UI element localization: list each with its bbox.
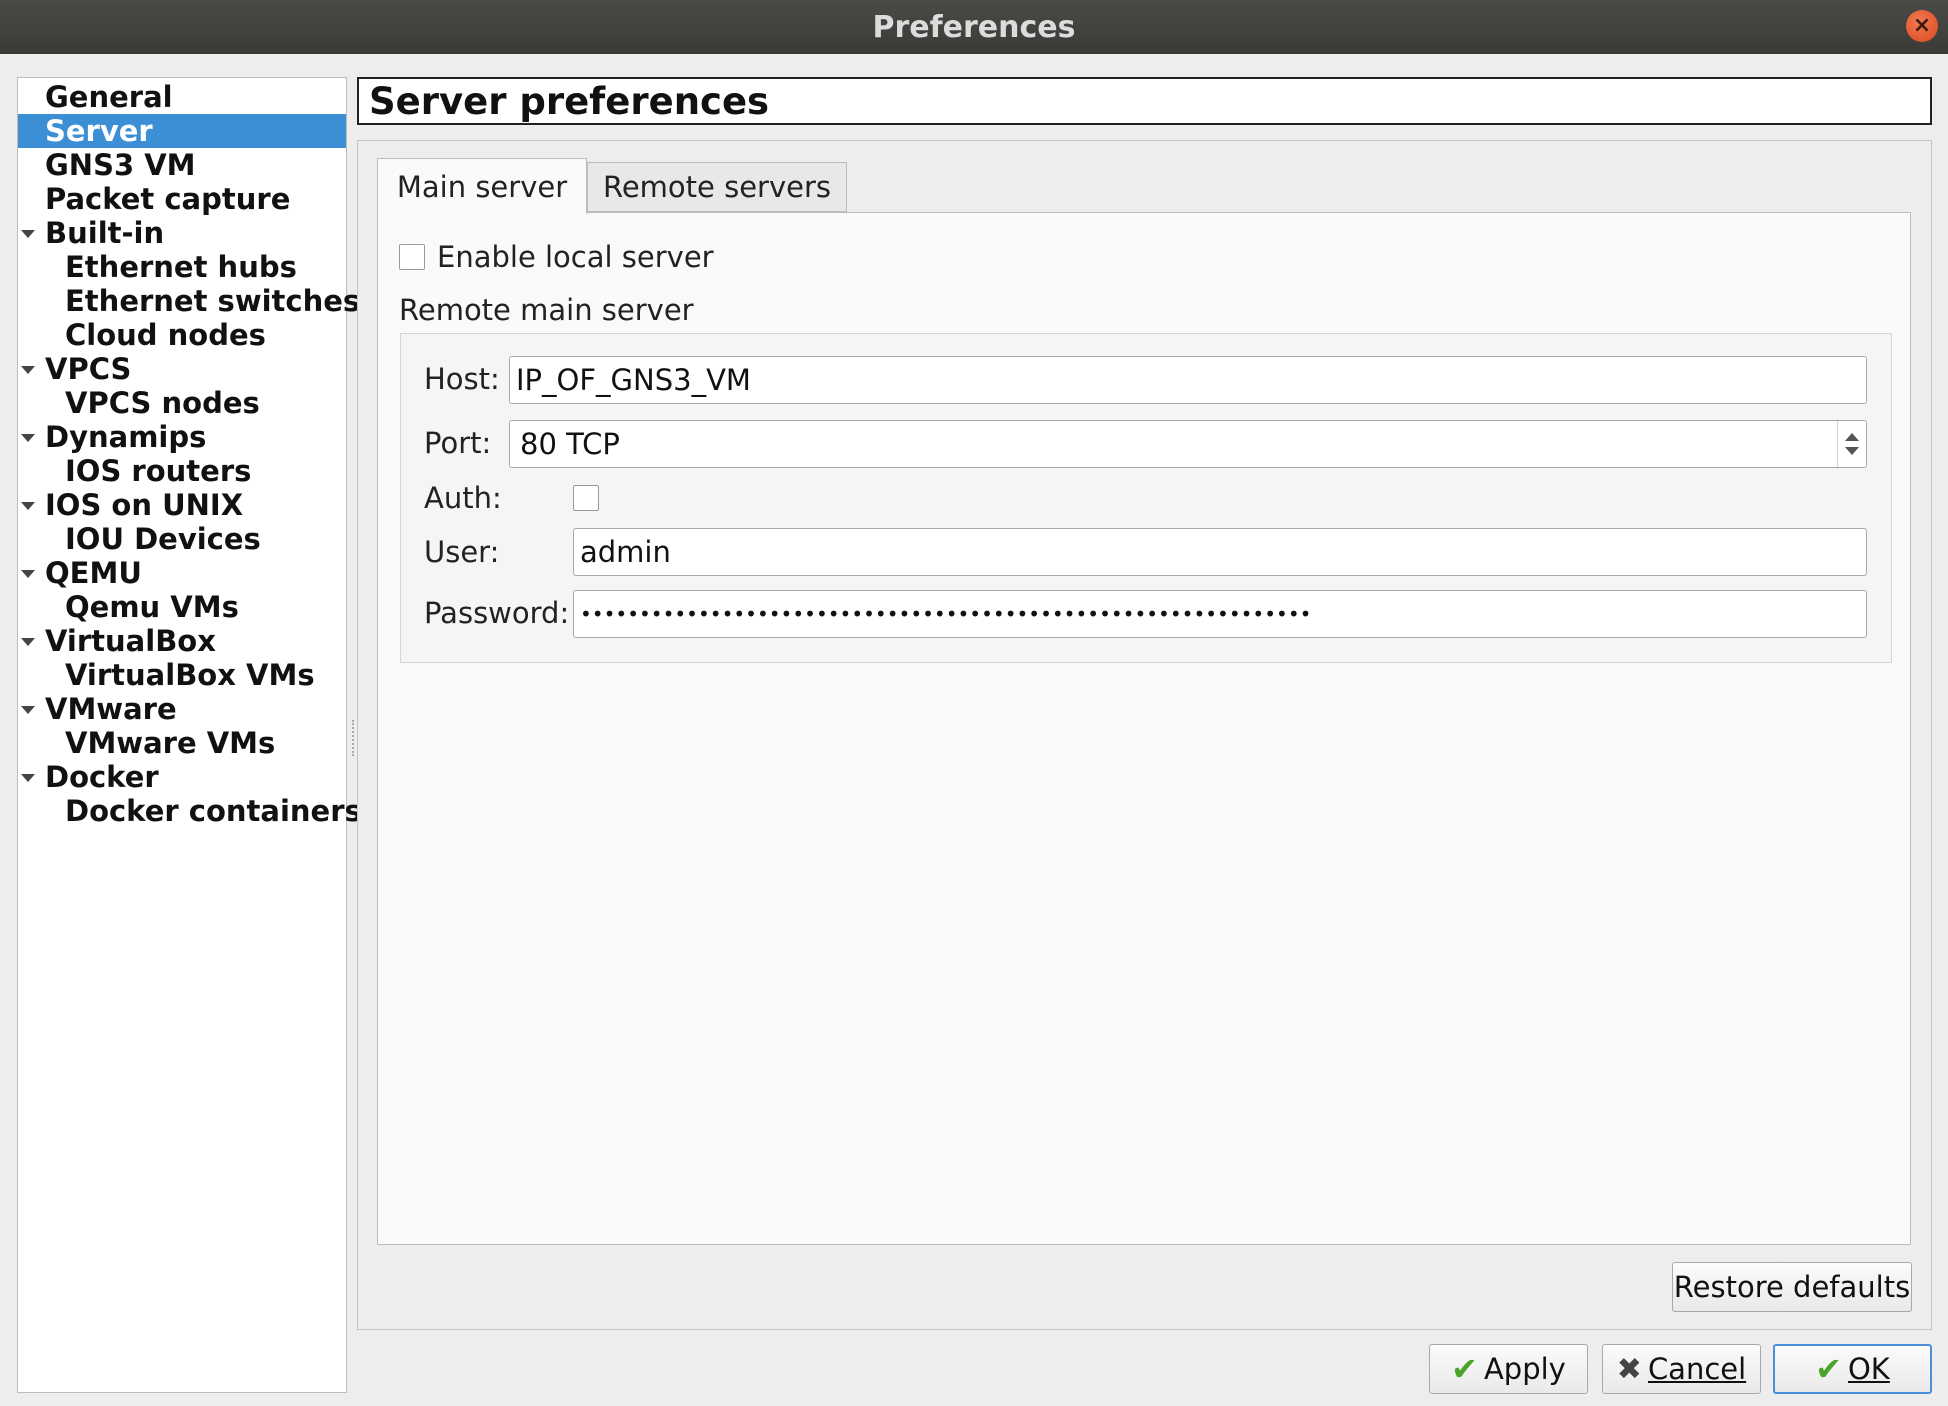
sidebar-item-ethernet-hubs[interactable]: Ethernet hubs xyxy=(18,250,346,284)
auth-label: Auth: xyxy=(424,481,502,515)
expand-arrow-icon[interactable] xyxy=(21,638,35,646)
preferences-tree: General Server GNS3 VM Packet capture Built-… xyxy=(17,77,362,1393)
sidebar-item-packet-capture[interactable]: Packet capture xyxy=(18,182,346,216)
sidebar-item-general[interactable]: General xyxy=(18,80,346,114)
port-spinbox[interactable]: 80 TCP xyxy=(509,420,1867,468)
expand-arrow-icon[interactable] xyxy=(21,434,35,442)
port-label: Port: xyxy=(424,426,492,460)
port-stepper[interactable] xyxy=(1837,421,1866,467)
sidebar-item-label: Server xyxy=(45,114,153,148)
ok-button-label: OK xyxy=(1847,1352,1890,1386)
sidebar-item-label: VPCS xyxy=(45,352,132,386)
sidebar-item-label: Dynamips xyxy=(45,420,207,454)
sidebar-item-vmware[interactable]: VMware xyxy=(18,692,346,726)
sidebar-item-label: Qemu VMs xyxy=(65,590,239,624)
sidebar-item-label: VMware VMs xyxy=(65,726,276,760)
expand-arrow-icon[interactable] xyxy=(21,774,35,782)
spin-down-icon[interactable] xyxy=(1845,447,1859,455)
preferences-window: Preferences × General Server GNS3 VM Packet… xyxy=(0,0,1948,1406)
expand-arrow-icon[interactable] xyxy=(21,502,35,510)
sidebar-item-vpcs-nodes[interactable]: VPCS nodes xyxy=(18,386,346,420)
page-title: Server preferences xyxy=(357,77,1932,125)
sidebar-item-label: General xyxy=(45,80,173,114)
sidebar-item-label: VirtualBox xyxy=(45,624,216,658)
window-title: Preferences xyxy=(872,9,1076,45)
sidebar-item-ios-routers[interactable]: IOS routers xyxy=(18,454,346,488)
sidebar-item-vmware-vms[interactable]: VMware VMs xyxy=(18,726,346,760)
close-icon[interactable]: × xyxy=(1906,10,1938,42)
sidebar-item-label: IOU Devices xyxy=(65,522,261,556)
host-input[interactable]: IP_OF_GNS3_VM xyxy=(509,356,1867,404)
sidebar-item-label: Packet capture xyxy=(45,182,291,216)
sidebar-item-gns3-vm[interactable]: GNS3 VM xyxy=(18,148,346,182)
sidebar-item-dynamips[interactable]: Dynamips xyxy=(18,420,346,454)
expand-arrow-icon[interactable] xyxy=(21,706,35,714)
password-input[interactable]: ••••••••••••••••••••••••••••••••••••••••… xyxy=(573,590,1867,638)
sidebar-item-server[interactable]: Server xyxy=(18,114,346,148)
sidebar-item-label: VPCS nodes xyxy=(65,386,260,420)
sidebar-item-cloud-nodes[interactable]: Cloud nodes xyxy=(18,318,346,352)
cancel-button-label: Cancel xyxy=(1647,1352,1747,1386)
spin-up-icon[interactable] xyxy=(1845,433,1859,441)
auth-checkbox[interactable] xyxy=(573,485,599,511)
sidebar-item-qemu-vms[interactable]: Qemu VMs xyxy=(18,590,346,624)
sidebar-item-label: QEMU xyxy=(45,556,142,590)
apply-button[interactable]: ✔ Apply xyxy=(1429,1344,1588,1394)
sidebar-item-label: GNS3 VM xyxy=(45,148,196,182)
sidebar-item-label: IOS routers xyxy=(65,454,252,488)
sidebar-item-label: IOS on UNIX xyxy=(45,488,244,522)
sidebar-item-label: Ethernet hubs xyxy=(65,250,297,284)
sidebar-item-ios-on-unix[interactable]: IOS on UNIX xyxy=(18,488,346,522)
sidebar-item-label: Docker containers xyxy=(65,794,362,828)
sidebar-item-label: Ethernet switches xyxy=(65,284,361,318)
user-label: User: xyxy=(424,535,500,569)
expand-arrow-icon[interactable] xyxy=(21,570,35,578)
title-bar: Preferences × xyxy=(0,0,1948,54)
tab-main-server[interactable]: Main server xyxy=(377,158,587,214)
user-input[interactable]: admin xyxy=(573,528,1867,576)
cancel-button[interactable]: ✖ Cancel xyxy=(1602,1344,1761,1394)
cancel-x-icon: ✖ xyxy=(1616,1351,1642,1387)
sidebar-item-label: Docker xyxy=(45,760,159,794)
ok-check-icon: ✔ xyxy=(1815,1350,1842,1388)
sidebar-item-docker-containers[interactable]: Docker containers xyxy=(18,794,362,828)
sidebar-item-label: Built-in xyxy=(45,216,165,250)
ok-button[interactable]: ✔ OK xyxy=(1773,1344,1932,1394)
sidebar-item-iou-devices[interactable]: IOU Devices xyxy=(18,522,346,556)
sidebar-item-virtualbox[interactable]: VirtualBox xyxy=(18,624,346,658)
remote-main-server-title: Remote main server xyxy=(399,293,694,327)
restore-defaults-button[interactable]: Restore defaults xyxy=(1672,1262,1912,1312)
sidebar-item-vpcs[interactable]: VPCS xyxy=(18,352,346,386)
apply-check-icon: ✔ xyxy=(1451,1350,1478,1388)
sidebar-item-label: VirtualBox VMs xyxy=(65,658,315,692)
sidebar-item-qemu[interactable]: QEMU xyxy=(18,556,346,590)
tab-remote-servers[interactable]: Remote servers xyxy=(587,162,847,212)
sidebar-item-virtualbox-vms[interactable]: VirtualBox VMs xyxy=(18,658,346,692)
sidebar-item-ethernet-switches[interactable]: Ethernet switches xyxy=(18,284,360,318)
expand-arrow-icon[interactable] xyxy=(21,366,35,374)
expand-arrow-icon[interactable] xyxy=(21,230,35,238)
apply-button-label: Apply xyxy=(1483,1352,1566,1386)
sidebar-item-label: VMware xyxy=(45,692,177,726)
enable-local-server-row: Enable local server xyxy=(399,240,714,274)
enable-local-server-checkbox[interactable] xyxy=(399,244,425,270)
sidebar-item-built-in[interactable]: Built-in xyxy=(18,216,346,250)
sidebar-item-label: Cloud nodes xyxy=(65,318,266,352)
password-label: Password: xyxy=(424,596,570,630)
enable-local-server-label: Enable local server xyxy=(437,240,714,274)
host-label: Host: xyxy=(424,362,500,396)
port-value: 80 TCP xyxy=(520,427,620,461)
sidebar-item-docker[interactable]: Docker xyxy=(18,760,346,794)
